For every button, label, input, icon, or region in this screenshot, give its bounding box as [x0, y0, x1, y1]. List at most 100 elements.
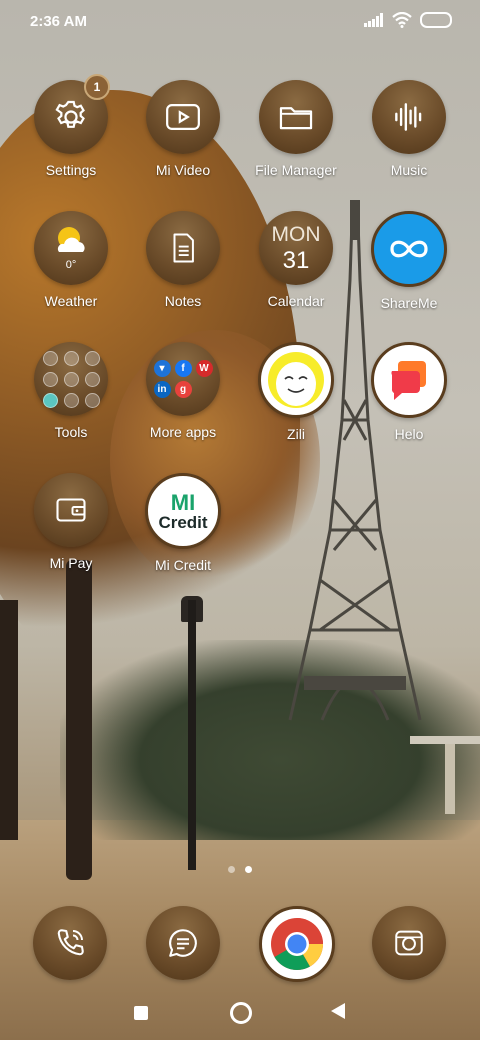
- app-label: Mi Video: [155, 162, 211, 178]
- page-dot[interactable]: [228, 866, 235, 873]
- app-label: More apps: [149, 424, 217, 440]
- app-label: Helo: [394, 426, 424, 442]
- linkedin-mini-icon: in: [153, 381, 171, 398]
- g-mini-icon: g: [174, 381, 192, 398]
- gear-icon: [55, 100, 85, 128]
- page-indicator: [0, 866, 480, 873]
- folder-more-apps[interactable]: ▾ f W in g More apps: [128, 342, 238, 440]
- folder-tools-icon: [42, 350, 100, 408]
- folder-tools[interactable]: Tools: [16, 342, 126, 440]
- file-manager-icon-circle: [259, 80, 333, 154]
- mini-app-icon: [42, 371, 58, 387]
- page-dot-active[interactable]: [245, 866, 252, 873]
- app-label: Mi Pay: [49, 555, 93, 571]
- wifi-icon: [392, 12, 412, 28]
- shareme-infinity-icon: [390, 240, 428, 258]
- helo-icon-circle: [371, 342, 447, 418]
- recents-button[interactable]: [134, 1006, 148, 1020]
- mi-credit-logo-text: Credit: [158, 512, 208, 532]
- home-button[interactable]: [230, 1002, 252, 1024]
- status-bar: 2:36 AM: [0, 0, 480, 42]
- calendar-day: MON: [271, 222, 321, 246]
- mini-app-icon: [42, 350, 58, 366]
- mini-app-icon: [63, 392, 79, 408]
- app-shareme[interactable]: ShareMe: [354, 211, 464, 311]
- settings-icon-circle: 1: [34, 74, 110, 154]
- mini-app-icon: [42, 392, 58, 408]
- more-apps-folder-circle: ▾ f W in g: [146, 342, 220, 416]
- app-helo[interactable]: Helo: [354, 342, 464, 442]
- app-settings[interactable]: 1 Settings: [16, 74, 126, 178]
- app-label: Mi Credit: [154, 557, 211, 573]
- mini-app-icon: [84, 350, 100, 366]
- app-label: Notes: [164, 293, 202, 309]
- wallpaper-tree-trunk: [66, 560, 92, 880]
- wallet-icon: [56, 498, 86, 522]
- notification-badge: 1: [84, 74, 110, 100]
- app-label: Settings: [45, 162, 97, 178]
- navigation-bar: [0, 990, 480, 1040]
- note-icon: [173, 233, 194, 263]
- camera-icon: [395, 930, 423, 956]
- phone-icon-circle: [33, 906, 107, 980]
- dock-chrome[interactable]: [259, 906, 335, 982]
- app-label: Zili: [287, 426, 305, 442]
- notes-icon-circle: [146, 211, 220, 285]
- app-label: ShareMe: [380, 295, 438, 311]
- folder-more-apps-icon: ▾ f W in g: [153, 360, 213, 398]
- mini-app-icon: [63, 350, 79, 366]
- mi-pay-icon-circle: [34, 473, 108, 547]
- cart-mini-icon: ▾: [153, 360, 171, 377]
- mini-app-icon: [84, 392, 100, 408]
- battery-icon: [420, 12, 452, 28]
- app-notes[interactable]: Notes: [128, 211, 238, 309]
- shareme-icon-circle: [371, 211, 447, 287]
- app-weather[interactable]: 0° Weather: [16, 211, 126, 309]
- zili-face-icon: [268, 352, 324, 408]
- weather-widget: 0°: [53, 226, 89, 271]
- app-file-manager[interactable]: File Manager: [241, 80, 351, 178]
- messages-icon-circle: [146, 906, 220, 980]
- signal-icon: [364, 13, 383, 27]
- app-label: Calendar: [267, 293, 325, 309]
- app-label: Music: [390, 162, 428, 178]
- dock-camera[interactable]: [372, 906, 446, 980]
- app-mi-video[interactable]: Mi Video: [128, 80, 238, 178]
- weather-temperature: 0°: [65, 258, 77, 271]
- app-label: Weather: [44, 293, 98, 309]
- wallpaper-pavilion-post: [445, 744, 455, 814]
- app-zili[interactable]: Zili: [241, 342, 351, 442]
- mi-credit-icon-circle: MI Credit: [145, 473, 221, 549]
- chrome-icon: [271, 918, 323, 970]
- wallpaper-lamp-post: [188, 600, 196, 870]
- music-icon-circle: [372, 80, 446, 154]
- app-label: File Manager: [255, 162, 337, 178]
- app-music[interactable]: Music: [354, 80, 464, 178]
- wallpaper-pavilion: [410, 736, 480, 744]
- mi-credit-logo-mi: MI: [170, 489, 196, 515]
- app-mi-credit[interactable]: MI Credit Mi Credit: [128, 473, 238, 573]
- mi-video-icon-circle: [146, 80, 220, 154]
- zili-icon-circle: [258, 342, 334, 418]
- app-label: Tools: [54, 424, 88, 440]
- app-mi-pay[interactable]: Mi Pay: [16, 473, 126, 571]
- message-icon: [169, 929, 197, 957]
- calendar-date: 31: [282, 246, 310, 274]
- folder-icon: [279, 107, 313, 130]
- mini-app-icon: [63, 371, 79, 387]
- facebook-mini-icon: f: [174, 360, 192, 377]
- play-icon: [166, 104, 200, 130]
- calendar-icon: MON 31: [272, 224, 321, 273]
- status-icons: [364, 12, 452, 28]
- back-button[interactable]: [331, 1003, 345, 1019]
- status-time: 2:36 AM: [30, 13, 87, 30]
- music-wave-icon: [395, 103, 422, 131]
- phone-icon: [57, 929, 84, 956]
- dock-messages[interactable]: [146, 906, 220, 980]
- wps-mini-icon: W: [195, 360, 213, 377]
- app-calendar[interactable]: MON 31 Calendar: [241, 211, 351, 309]
- calendar-icon-circle: MON 31: [259, 211, 333, 285]
- chrome-icon-circle: [259, 906, 335, 982]
- wallpaper-tree-trunk-left: [0, 600, 18, 840]
- dock-phone[interactable]: [33, 906, 107, 980]
